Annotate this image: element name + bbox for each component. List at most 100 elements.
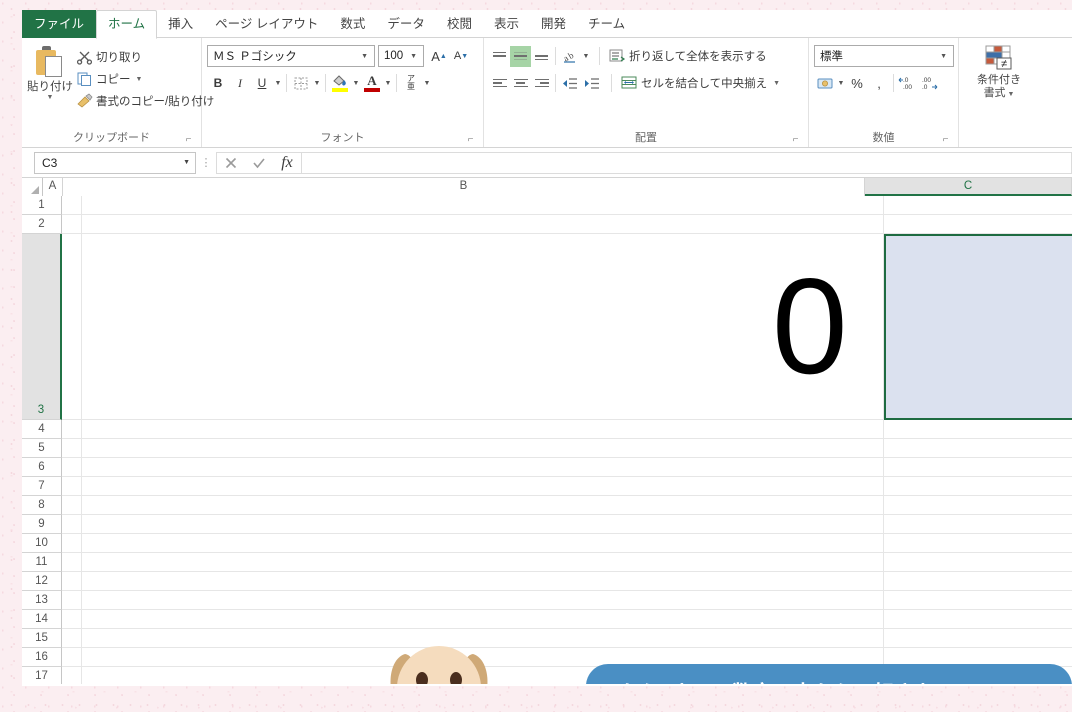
- ribbon-tab-9[interactable]: チーム: [577, 11, 636, 38]
- column-header-A[interactable]: A: [43, 178, 63, 196]
- underline-button[interactable]: U: [251, 72, 273, 94]
- cell-grid[interactable]: 0: [62, 196, 1072, 684]
- font-color-button[interactable]: A: [361, 72, 383, 94]
- increase-decimal-button[interactable]: .0.00: [897, 72, 919, 94]
- cell-B3[interactable]: 0: [772, 258, 848, 394]
- currency-format-button[interactable]: [814, 72, 836, 94]
- font-size-combobox[interactable]: 100 ▼: [378, 45, 424, 67]
- phonetic-guide-button[interactable]: ア亜: [400, 72, 422, 94]
- ribbon-tab-label: 数式: [340, 17, 366, 31]
- merge-center-chevron-down-icon[interactable]: ▼: [773, 80, 780, 87]
- align-right-button[interactable]: [531, 73, 552, 94]
- row-header-4[interactable]: 4: [22, 420, 62, 439]
- row-header-2[interactable]: 2: [22, 215, 62, 234]
- merge-center-button[interactable]: セルを結合して中央揃え ▼: [620, 72, 780, 94]
- align-middle-button[interactable]: [510, 45, 531, 67]
- borders-chevron-down-icon[interactable]: ▼: [312, 80, 322, 87]
- row-header-6[interactable]: 6: [22, 458, 62, 477]
- font-dialog-launcher[interactable]: ⌐: [465, 134, 476, 145]
- styles-group-label: [964, 129, 1034, 147]
- speech-bubble[interactable]: 1から9までの数字の中から、好きな 数字を選んでごらん その数字を、お父さんに伝…: [586, 664, 1072, 684]
- column-header-C[interactable]: C: [865, 178, 1072, 196]
- column-header-B[interactable]: B: [63, 178, 865, 196]
- bold-button[interactable]: B: [207, 72, 229, 94]
- name-box[interactable]: C3 ▼: [34, 151, 196, 174]
- wrap-text-label: 折り返して全体を表示する: [629, 51, 767, 63]
- row-header-5[interactable]: 5: [22, 439, 62, 458]
- ribbon-tab-3[interactable]: ページ レイアウト: [204, 11, 329, 38]
- row-header-12[interactable]: 12: [22, 572, 62, 591]
- increase-indent-button[interactable]: [581, 72, 603, 94]
- underline-chevron-down-icon[interactable]: ▼: [273, 80, 283, 87]
- cancel-entry-button[interactable]: [217, 153, 245, 173]
- decrease-indent-button[interactable]: [559, 72, 581, 94]
- number-dialog-launcher[interactable]: ⌐: [940, 134, 951, 145]
- ribbon-tab-8[interactable]: 開発: [530, 11, 577, 38]
- number-format-combobox[interactable]: 標準 ▼: [814, 45, 954, 67]
- row-header-3[interactable]: 3: [22, 234, 62, 420]
- copy-button[interactable]: コピー ▼: [73, 68, 217, 90]
- font-color-chevron-down-icon[interactable]: ▼: [383, 80, 393, 87]
- svg-text:.0: .0: [903, 77, 909, 84]
- borders-button[interactable]: [290, 72, 312, 94]
- row-header-label: 2: [38, 218, 45, 230]
- alignment-group-label: 配置 ⌐: [489, 129, 803, 147]
- paste-chevron-down-icon[interactable]: ▼: [47, 94, 54, 102]
- ribbon-tab-4[interactable]: 数式: [329, 11, 376, 38]
- insert-function-button[interactable]: fx: [273, 153, 301, 173]
- row-header-9[interactable]: 9: [22, 515, 62, 534]
- row-header-8[interactable]: 8: [22, 496, 62, 515]
- conditional-formatting-button[interactable]: ≠ 条件付き 書式 ▼: [964, 44, 1034, 101]
- select-all-corner-button[interactable]: [22, 178, 43, 196]
- ribbon-tab-6[interactable]: 校閲: [436, 11, 483, 38]
- paste-button[interactable]: 貼り付け ▼: [27, 44, 73, 102]
- font-size-chevron-down-icon[interactable]: ▼: [406, 53, 421, 60]
- currency-chevron-down-icon[interactable]: ▼: [836, 80, 846, 87]
- ribbon-tab-2[interactable]: 挿入: [157, 11, 204, 38]
- name-box-chevron-down-icon[interactable]: ▼: [183, 159, 193, 166]
- cell-C3-selected[interactable]: [884, 234, 1072, 420]
- format-painter-button[interactable]: 書式のコピー/貼り付け: [73, 90, 217, 112]
- percent-format-button[interactable]: %: [846, 72, 868, 94]
- align-left-button[interactable]: [489, 73, 510, 94]
- row-header-13[interactable]: 13: [22, 591, 62, 610]
- row-headers: 1 2 3 4 5 6 7 8 9 10 11 12 13 14 15 16 17: [22, 196, 62, 684]
- fill-color-button[interactable]: [329, 72, 351, 94]
- decrease-decimal-button[interactable]: .00.0: [919, 72, 941, 94]
- font-name-chevron-down-icon[interactable]: ▼: [357, 53, 372, 60]
- increase-font-size-button[interactable]: A ▲: [428, 45, 450, 67]
- row-header-15[interactable]: 15: [22, 629, 62, 648]
- comma-format-button[interactable]: ,: [868, 72, 890, 94]
- decrease-font-size-button[interactable]: A ▼: [450, 45, 472, 67]
- orientation-chevron-down-icon[interactable]: ▼: [581, 53, 591, 60]
- row-header-11[interactable]: 11: [22, 553, 62, 572]
- confirm-entry-button[interactable]: [245, 153, 273, 173]
- ribbon-tab-7[interactable]: 表示: [483, 11, 530, 38]
- align-bottom-button[interactable]: [531, 46, 552, 67]
- clipboard-dialog-launcher[interactable]: ⌐: [183, 134, 194, 145]
- orientation-button[interactable]: ab: [559, 45, 581, 67]
- fill-color-chevron-down-icon[interactable]: ▼: [351, 80, 361, 87]
- formula-input[interactable]: [301, 151, 1072, 174]
- ribbon-tab-0[interactable]: ファイル: [22, 10, 97, 38]
- row-header-16[interactable]: 16: [22, 648, 62, 667]
- ribbon-tab-1[interactable]: ホーム: [96, 10, 158, 39]
- formula-bar-more-icon[interactable]: ⋮: [196, 156, 216, 169]
- paintbrush-icon: [76, 93, 93, 109]
- row-header-10[interactable]: 10: [22, 534, 62, 553]
- row-header-14[interactable]: 14: [22, 610, 62, 629]
- row-header-1[interactable]: 1: [22, 196, 62, 215]
- italic-button[interactable]: I: [229, 72, 251, 94]
- align-top-button[interactable]: [489, 46, 510, 67]
- phonetic-chevron-down-icon[interactable]: ▼: [422, 80, 432, 87]
- alignment-dialog-launcher[interactable]: ⌐: [790, 134, 801, 145]
- wrap-text-button[interactable]: 折り返して全体を表示する: [608, 45, 767, 67]
- cut-button[interactable]: 切り取り: [73, 46, 217, 68]
- ribbon-tab-5[interactable]: データ: [376, 11, 436, 38]
- align-center-button[interactable]: [510, 73, 531, 94]
- font-name-combobox[interactable]: ＭＳ Ｐゴシック ▼: [207, 45, 375, 67]
- row-header-17[interactable]: 17: [22, 667, 62, 684]
- number-format-chevron-down-icon[interactable]: ▼: [936, 53, 951, 60]
- copy-chevron-down-icon[interactable]: ▼: [136, 76, 143, 83]
- row-header-7[interactable]: 7: [22, 477, 62, 496]
